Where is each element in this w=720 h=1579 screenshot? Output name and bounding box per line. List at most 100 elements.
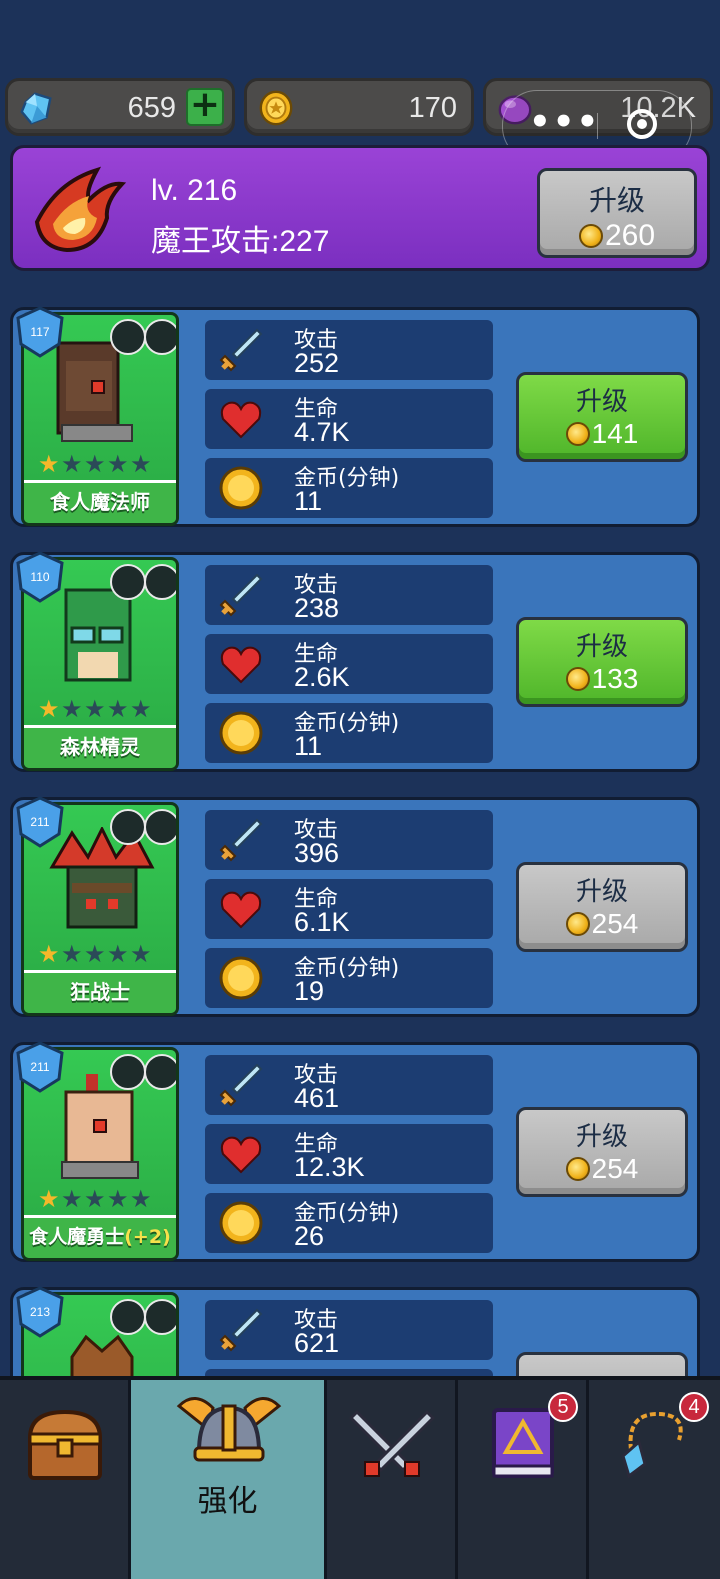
amulet-icon bbox=[621, 1411, 683, 1479]
attack-stat: 攻击 621 bbox=[205, 1300, 493, 1360]
sword-icon bbox=[219, 328, 263, 372]
sword-weapon-icon bbox=[144, 1299, 176, 1335]
gold-rate-value: 11 bbox=[294, 486, 323, 516]
coin-icon bbox=[578, 224, 603, 248]
hp-value: 6.1K bbox=[294, 907, 350, 937]
gold-coin-icon bbox=[219, 711, 263, 755]
upgrade-label: 升级 bbox=[575, 632, 628, 662]
sword-icon bbox=[219, 573, 263, 617]
attack-value: 238 bbox=[294, 593, 340, 623]
capsule-divider bbox=[597, 113, 598, 139]
ogre-race-icon bbox=[110, 809, 146, 845]
elf-race-icon bbox=[110, 564, 146, 600]
upgrade-cost: 254 bbox=[519, 1153, 685, 1185]
hero-panel-1: ★★★★★ 食人魔法师 117 攻击 252 生命 4.7K 金币(分钟) 11… bbox=[10, 306, 700, 527]
hero-panel-4: ★★★★★ 食人魔勇士(+2) 211 攻击 461 生命 12.3K 金币(分… bbox=[10, 1041, 700, 1262]
sword-icon bbox=[219, 1308, 263, 1352]
gold-rate-value: 11 bbox=[294, 731, 323, 761]
sword-weapon-icon bbox=[144, 809, 176, 845]
attack-stat: 攻击 252 bbox=[205, 320, 493, 380]
attack-value: 621 bbox=[294, 1328, 340, 1358]
upgrade-label: 升级 bbox=[588, 184, 645, 217]
upgrade-cost: 141 bbox=[519, 418, 685, 450]
attack-value: 461 bbox=[294, 1083, 340, 1113]
elf-race-icon bbox=[110, 1299, 146, 1335]
sword-weapon-icon bbox=[144, 1054, 176, 1090]
upgrade-cost: 133 bbox=[519, 663, 685, 695]
upgrade-cost-value: 254 bbox=[591, 1153, 639, 1184]
winged-helmet-icon bbox=[176, 1397, 282, 1462]
heart-icon bbox=[220, 1136, 262, 1174]
upgrade-label: 升级 bbox=[575, 877, 628, 907]
add-gems-button[interactable]: + bbox=[186, 87, 224, 126]
hero-level: 117 bbox=[30, 325, 50, 339]
hero-level: 213 bbox=[29, 1305, 51, 1319]
upgrade-label: 升级 bbox=[575, 1122, 628, 1152]
coin-icon bbox=[565, 667, 590, 691]
star-rating: ★★★★★ bbox=[38, 1185, 152, 1213]
tab-amulet[interactable]: 4 bbox=[589, 1380, 720, 1579]
attack-value: 396 bbox=[294, 838, 340, 868]
hero-upgrade-button[interactable]: 升级 254 bbox=[516, 862, 688, 952]
gold-rate-stat: 金币(分钟) 11 bbox=[205, 458, 493, 518]
heart-icon bbox=[220, 891, 262, 929]
ogre-race-icon bbox=[110, 1054, 146, 1090]
gold-rate-stat: 金币(分钟) 11 bbox=[205, 703, 493, 763]
attack-stat: 攻击 461 bbox=[205, 1055, 493, 1115]
more-options-icon[interactable]: ••• bbox=[529, 105, 600, 139]
upgrade-cost-value: 260 bbox=[604, 219, 656, 252]
attack-stat: 攻击 396 bbox=[205, 810, 493, 870]
upgrade-label: 升级 bbox=[575, 387, 628, 417]
gold-count: 170 bbox=[408, 92, 457, 124]
hero-upgrade-button[interactable]: 升级 254 bbox=[516, 1107, 688, 1197]
star-rating: ★★★★★ bbox=[38, 695, 152, 723]
upgrade-cost: 260 bbox=[540, 219, 694, 253]
gold-coin-icon bbox=[219, 956, 263, 1000]
spellbook-badge: 5 bbox=[548, 1392, 578, 1422]
amulet-badge: 4 bbox=[679, 1392, 709, 1422]
hero-upgrade-button[interactable]: 升级 133 bbox=[516, 617, 688, 707]
gold-coin-icon bbox=[219, 466, 263, 510]
tab-enhance[interactable]: 强化 bbox=[131, 1380, 327, 1579]
hero-name: 食人魔勇士(+2) bbox=[24, 1215, 176, 1258]
gold-rate-stat: 金币(分钟) 19 bbox=[205, 948, 493, 1008]
heart-icon bbox=[220, 646, 262, 684]
bottom-tab-bar: 强化 5 4 bbox=[0, 1376, 720, 1579]
boss-upgrade-button[interactable]: 升级 260 bbox=[537, 168, 697, 258]
hp-value: 4.7K bbox=[294, 417, 350, 447]
boss-attack: 魔王攻击:227 bbox=[151, 225, 330, 258]
tab-spellbook[interactable]: 5 bbox=[458, 1380, 589, 1579]
tab-enhance-label: 强化 bbox=[197, 1484, 258, 1519]
tab-treasure[interactable] bbox=[0, 1380, 131, 1579]
upgrade-cost-value: 141 bbox=[591, 418, 639, 449]
hero-name: 食人魔法师 bbox=[24, 480, 176, 523]
upgrade-cost-value: 133 bbox=[591, 663, 639, 694]
gem-counter: 659 + bbox=[5, 78, 235, 136]
hammer-weapon-icon bbox=[144, 564, 176, 600]
treasure-chest-icon bbox=[27, 1409, 103, 1480]
star-rating: ★★★★★ bbox=[38, 450, 152, 478]
hp-value: 12.3K bbox=[294, 1152, 365, 1182]
crossed-swords-icon bbox=[349, 1409, 435, 1477]
hero-level: 211 bbox=[30, 815, 50, 829]
hp-stat: 生命 4.7K bbox=[205, 389, 493, 449]
hp-stat: 生命 6.1K bbox=[205, 879, 493, 939]
fire-claw-icon bbox=[34, 166, 127, 253]
ogre-race-icon bbox=[110, 319, 146, 355]
hero-panel-3: ★★★★★ 狂战士 211 攻击 396 生命 6.1K 金币(分钟) 19 升… bbox=[10, 796, 700, 1017]
coin-icon bbox=[565, 1157, 590, 1181]
gem-count: 659 bbox=[127, 92, 176, 124]
upgrade-cost-value: 254 bbox=[591, 908, 639, 939]
hero-level: 110 bbox=[30, 570, 50, 584]
upgrade-cost: 254 bbox=[519, 908, 685, 940]
hero-name: 森林精灵 bbox=[24, 725, 176, 768]
gold-coin-icon bbox=[219, 1201, 263, 1245]
hero-upgrade-button[interactable]: 升级 141 bbox=[516, 372, 688, 462]
attack-stat: 攻击 238 bbox=[205, 565, 493, 625]
hero-panel-2: ★★★★★ 森林精灵 110 攻击 238 生命 2.6K 金币(分钟) 11 … bbox=[10, 551, 700, 772]
hp-value: 2.6K bbox=[294, 662, 350, 692]
gold-rate-stat: 金币(分钟) 26 bbox=[205, 1193, 493, 1253]
close-target-icon[interactable] bbox=[627, 109, 657, 139]
tab-battle[interactable] bbox=[327, 1380, 458, 1579]
gold-rate-value: 19 bbox=[294, 976, 325, 1006]
